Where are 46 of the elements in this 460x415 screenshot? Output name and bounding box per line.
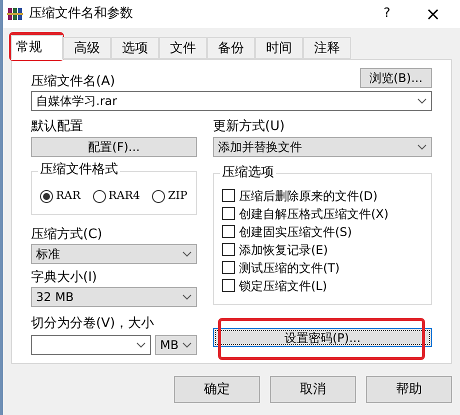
radio-option[interactable]: RAR	[40, 188, 81, 204]
radio-option[interactable]: RAR4	[92, 188, 140, 204]
field-label: 压缩方式(C)	[31, 226, 104, 244]
tab[interactable]: 时间	[255, 37, 303, 59]
browse-button[interactable]: 浏览(B)...	[360, 68, 432, 88]
radio-option[interactable]: ZIP	[152, 188, 188, 204]
compression-method-field[interactable]: 标准	[31, 244, 197, 264]
profiles-button[interactable]: 配置(F)...	[31, 137, 197, 157]
field-label: 压缩文件名(A)	[31, 72, 116, 90]
chevron-down-icon	[182, 342, 192, 348]
archive-name-field[interactable]: 自媒体学习.rar	[31, 91, 432, 111]
dialog-button[interactable]: 确定	[174, 376, 260, 403]
field-label: 字典大小(I)	[31, 269, 98, 287]
field-label: 切分为分卷(V)，大小	[31, 315, 156, 333]
chevron-down-icon	[417, 144, 427, 150]
group-title: 压缩选项	[220, 166, 276, 179]
group-title: 压缩文件格式	[38, 163, 120, 176]
chevron-down-icon	[417, 98, 427, 104]
checkbox-option[interactable]: 测试压缩的文件(T)	[222, 260, 431, 275]
chevron-down-icon	[182, 294, 192, 300]
checkbox-option[interactable]: 添加恢复记录(E)	[222, 242, 431, 257]
set-password-button[interactable]: 设置密码(P)...	[213, 328, 432, 347]
split-unit-field[interactable]: MB	[155, 335, 197, 355]
dialog-button[interactable]: 取消	[270, 376, 356, 403]
update-mode-field[interactable]: 添加并替换文件	[213, 137, 432, 157]
tab[interactable]: 高级	[63, 37, 111, 59]
checkbox-option[interactable]: 创建自解压格式压缩文件(X)	[222, 206, 431, 221]
field-label: 默认配置	[31, 118, 84, 136]
tab[interactable]: 备份	[207, 37, 255, 59]
dialog-button[interactable]: 帮助	[366, 376, 452, 403]
field-label: 更新方式(U)	[213, 118, 286, 136]
checkbox-option[interactable]: 压缩后删除原来的文件(D)	[222, 188, 431, 203]
help-button[interactable]: ?	[364, 0, 410, 28]
close-button[interactable]: ×	[410, 0, 456, 28]
chevron-down-icon	[136, 342, 146, 348]
tab[interactable]: 选项	[111, 37, 159, 59]
split-size-field[interactable]	[31, 335, 151, 355]
chevron-down-icon	[182, 251, 192, 257]
tab[interactable]: 注释	[303, 37, 351, 59]
app-icon	[7, 6, 23, 22]
checkbox-option[interactable]: 锁定压缩文件(L)	[222, 278, 431, 293]
checkbox-option[interactable]: 创建固实压缩文件(S)	[222, 224, 431, 239]
window-title: 压缩文件名和参数	[29, 5, 133, 24]
dictionary-size-field[interactable]: 32 MB	[31, 287, 197, 307]
tab[interactable]: 文件	[159, 37, 207, 59]
tab[interactable]: 常规	[11, 35, 63, 60]
